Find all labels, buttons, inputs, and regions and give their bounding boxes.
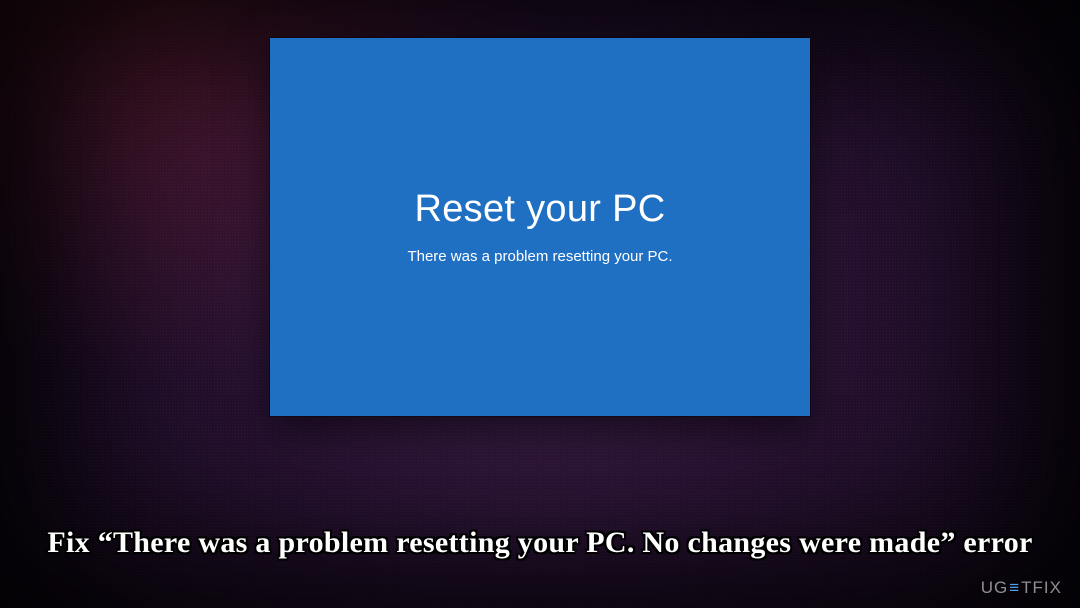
reset-pc-error-window: Reset your PC There was a problem resett… [270, 38, 810, 416]
watermark-pre: UG [981, 578, 1009, 598]
error-window-message: There was a problem resetting your PC. [270, 248, 810, 265]
error-window-title: Reset your PC [270, 188, 810, 231]
ugetfix-watermark: UG ≡ TFIX [981, 578, 1062, 598]
article-caption: Fix “There was a problem resetting your … [0, 526, 1080, 560]
watermark-logo-icon: ≡ [1009, 578, 1020, 598]
watermark-post: TFIX [1021, 578, 1062, 598]
